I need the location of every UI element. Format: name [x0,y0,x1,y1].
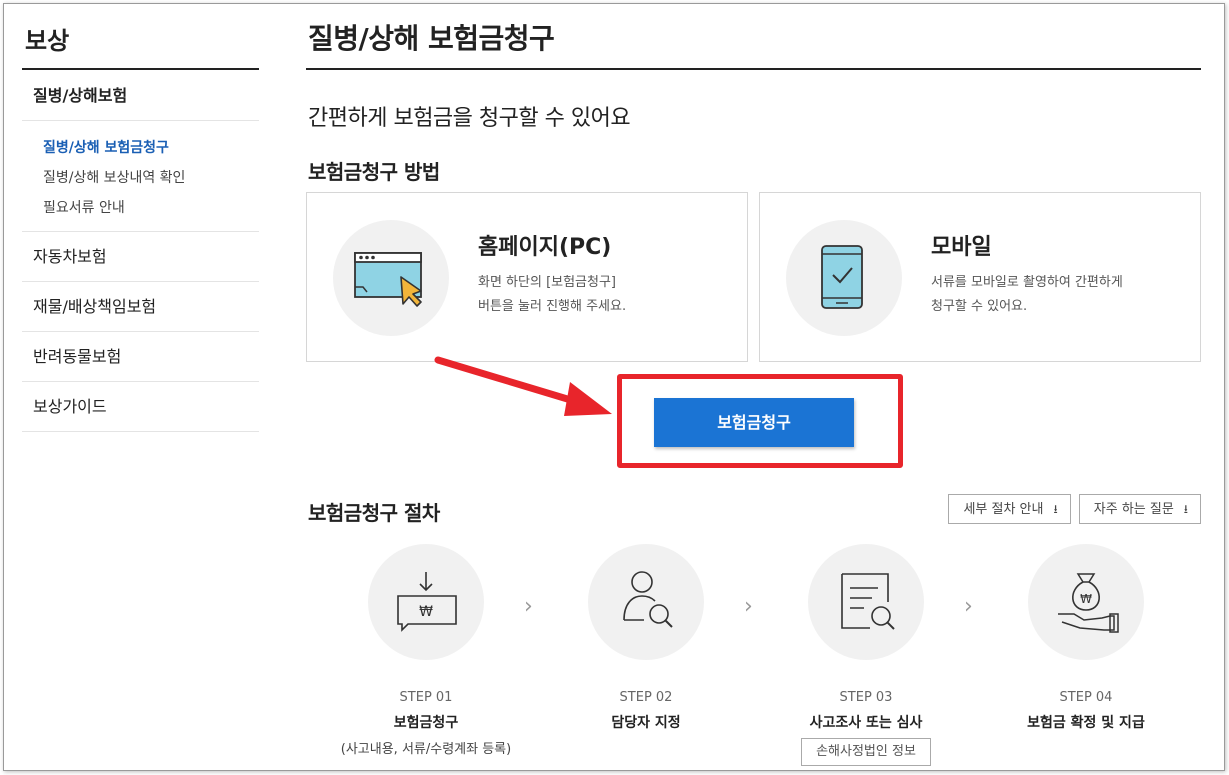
method-card-mobile-desc-line2: 청구할 수 있어요. [931,299,1028,314]
sidebar-item-disease-injury[interactable]: 질병/상해보험 [22,70,259,121]
method-card-pc-desc: 화면 하단의 [보험금청구] 버튼을 눌러 진행해 주세요. [478,271,626,319]
document-search-icon [808,544,924,660]
step-4: ₩ STEP 04 보험금 확정 및 지급 [976,544,1196,732]
person-search-icon [588,544,704,660]
download-icon: ⭳ [1183,502,1188,516]
main-content: 질병/상해 보험금청구 간편하게 보험금을 청구할 수 있어요 보험금청구 방법 [306,4,1201,766]
sidebar-subitem-documents[interactable]: 필요서류 안내 [43,193,259,223]
method-cards: 홈페이지(PC) 화면 하단의 [보험금청구] 버튼을 눌러 진행해 주세요. [306,192,1201,362]
method-card-mobile-desc: 서류를 모바일로 촬영하여 간편하게 청구할 수 있어요. [931,271,1123,319]
sidebar-subitem-claim[interactable]: 질병/상해 보험금청구 [43,133,259,163]
step-2: STEP 02 담당자 지정 [536,544,756,732]
detail-process-button[interactable]: 세부 절차 안내 ⭳ [948,494,1071,524]
sidebar-submenu: 질병/상해 보험금청구 질병/상해 보상내역 확인 필요서류 안내 [22,121,259,232]
sidebar-item-guide[interactable]: 보상가이드 [22,382,259,432]
claim-button[interactable]: 보험금청구 [654,398,854,447]
sidebar: 보상 질병/상해보험 질병/상해 보험금청구 질병/상해 보상내역 확인 필요서… [22,4,259,432]
step-3-label: STEP 03 [839,690,893,705]
sidebar-title: 보상 [22,4,259,70]
step-3-name: 사고조사 또는 심사 [809,715,923,731]
faq-button[interactable]: 자주 하는 질문 ⭳ [1078,494,1201,524]
browser-cursor-icon [333,220,449,336]
svg-text:₩: ₩ [419,604,433,620]
method-card-pc: 홈페이지(PC) 화면 하단의 [보험금청구] 버튼을 눌러 진행해 주세요. [306,192,748,362]
page-title: 질병/상해 보험금청구 [306,4,1201,70]
method-card-mobile-title: 모바일 [931,235,992,260]
process-section-title: 보험금청구 절차 [308,501,440,525]
window-frame: 보상 질병/상해보험 질병/상해 보험금청구 질병/상해 보상내역 확인 필요서… [3,3,1225,771]
process-buttons: 세부 절차 안내 ⭳ 자주 하는 질문 ⭳ [945,494,1201,524]
method-card-pc-desc-line2: 버튼을 눌러 진행해 주세요. [478,299,627,314]
step-2-name: 담당자 지정 [611,715,681,731]
faq-label: 자주 하는 질문 [1093,502,1174,517]
svg-text:₩: ₩ [1080,592,1092,606]
step-4-label: STEP 04 [1059,690,1113,705]
method-card-pc-title: 홈페이지(PC) [478,235,612,260]
step-1: ₩ STEP 01 보험금청구 (사고내용, 서류/수령계좌 등록) [316,544,536,757]
method-card-pc-desc-line1: 화면 하단의 [보험금청구] [478,275,617,290]
step-4-name: 보험금 확정 및 지급 [1027,715,1145,731]
chevron-right-icon: › [964,594,973,619]
method-card-mobile: 모바일 서류를 모바일로 촬영하여 간편하게 청구할 수 있어요. [759,192,1201,362]
process-steps: ₩ STEP 01 보험금청구 (사고내용, 서류/수령계좌 등록) › STE… [306,544,1201,770]
step-2-label: STEP 02 [619,690,673,705]
download-icon: ⭳ [1053,502,1058,516]
sidebar-item-pet[interactable]: 반려동물보험 [22,332,259,382]
detail-process-label: 세부 절차 안내 [963,502,1044,517]
step-1-name: 보험금청구 [393,715,459,731]
sidebar-item-auto[interactable]: 자동차보험 [22,232,259,282]
method-card-mobile-desc-line1: 서류를 모바일로 촬영하여 간편하게 [931,275,1123,290]
chevron-right-icon: › [524,594,533,619]
method-section-title: 보험금청구 방법 [308,160,440,184]
step-3: STEP 03 사고조사 또는 심사 손해사정법인 정보 [756,544,976,766]
claim-won-icon: ₩ [368,544,484,660]
money-bag-hand-icon: ₩ [1028,544,1144,660]
adjuster-info-button[interactable]: 손해사정법인 정보 [801,738,931,766]
step-1-label: STEP 01 [399,690,453,705]
chevron-right-icon: › [744,594,753,619]
phone-check-icon [786,220,902,336]
red-arrow-annotation [434,356,612,416]
step-1-sub: (사고내용, 서류/수령계좌 등록) [340,742,512,757]
intro-text: 간편하게 보험금을 청구할 수 있어요 [308,106,631,131]
sidebar-subitem-history[interactable]: 질병/상해 보상내역 확인 [43,163,259,193]
sidebar-item-property[interactable]: 재물/배상책임보험 [22,282,259,332]
